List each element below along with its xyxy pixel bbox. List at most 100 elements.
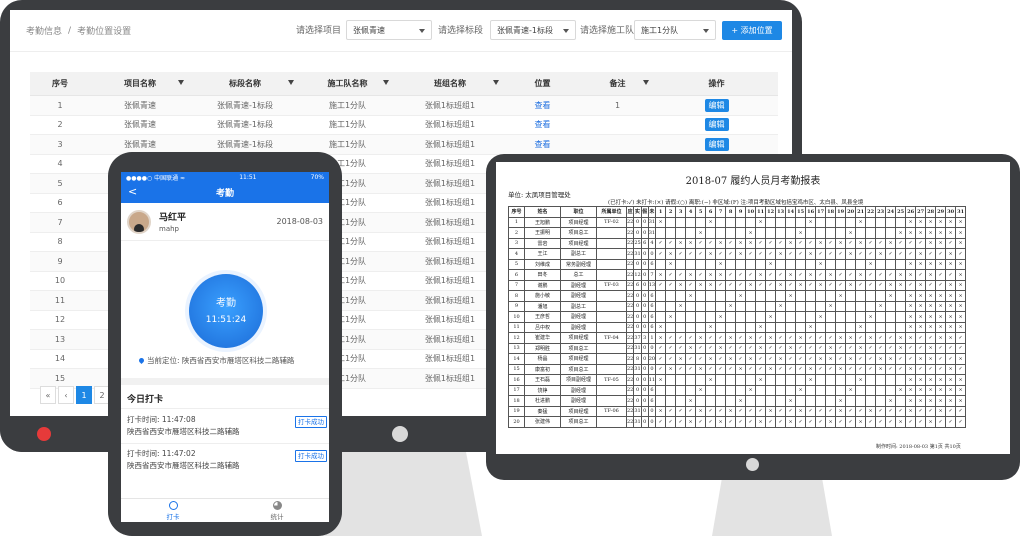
- day-mark-cell: ×: [955, 321, 967, 333]
- day-mark-cell: ×: [795, 384, 807, 396]
- day-mark-cell: ✓: [915, 332, 927, 344]
- attendance-cell: 潘旭: [524, 300, 561, 312]
- day-mark-cell: ×: [675, 279, 687, 291]
- day-mark-cell: ×: [945, 227, 957, 239]
- breadcrumb-item[interactable]: 考勤信息: [26, 24, 62, 37]
- day-mark-cell: ✓: [665, 353, 677, 365]
- attendance-cell: 副经理: [560, 311, 597, 323]
- day-mark-cell: ×: [895, 384, 907, 396]
- attendance-cell: 31: [633, 416, 642, 428]
- day-mark-cell: ×: [925, 374, 937, 386]
- day-mark-cell: [855, 227, 867, 239]
- day-mark-cell: ✓: [935, 353, 947, 365]
- day-header: 30: [945, 206, 957, 218]
- view-location-link[interactable]: 查看: [535, 100, 551, 111]
- attendance-cell: 0: [633, 227, 642, 239]
- day-mark-cell: ×: [945, 216, 957, 228]
- day-mark-cell: ×: [845, 248, 857, 260]
- column-header[interactable]: 项目名称: [90, 72, 190, 95]
- first-page-button[interactable]: «: [40, 386, 56, 404]
- day-mark-cell: [795, 290, 807, 302]
- day-mark-cell: [865, 290, 877, 302]
- day-mark-cell: ×: [905, 290, 917, 302]
- day-mark-cell: ×: [885, 279, 897, 291]
- attendance-cell: 6: [647, 258, 657, 270]
- view-location-link[interactable]: 查看: [535, 119, 551, 130]
- column-header[interactable]: 施工队名称: [300, 72, 395, 95]
- breadcrumb-item[interactable]: 考勤位置设置: [77, 24, 131, 37]
- day-mark-cell: ×: [895, 416, 907, 428]
- attendance-cell: 9: [508, 300, 525, 312]
- attendance-cell: 0: [640, 416, 649, 428]
- day-mark-cell: ✓: [735, 353, 747, 365]
- attendance-cell: 22: [625, 342, 635, 354]
- day-mark-cell: ×: [915, 258, 927, 270]
- punch-button[interactable]: 考勤 11:51:24: [189, 274, 263, 348]
- stage: 考勤信息 / 考勤位置设置 请选择项目 张佩青速 请选择标段 张佩青速-1标段 …: [0, 0, 1020, 536]
- tab-punch[interactable]: 打卡: [121, 499, 225, 522]
- day-mark-cell: ✓: [735, 269, 747, 281]
- day-mark-cell: ✓: [675, 405, 687, 417]
- column-header: 操作: [708, 79, 725, 88]
- attendance-cell: [596, 258, 627, 270]
- day-mark-cell: ×: [745, 353, 757, 365]
- day-mark-cell: ✓: [735, 279, 747, 291]
- day-mark-cell: [705, 258, 717, 270]
- day-mark-cell: [755, 384, 767, 396]
- day-mark-cell: [745, 258, 757, 270]
- attendance-cell: 22: [625, 353, 635, 365]
- edit-button[interactable]: 编辑: [704, 137, 729, 151]
- day-mark-cell: ✓: [655, 279, 667, 291]
- column-header[interactable]: 班组名称: [395, 72, 505, 95]
- day-header: 13: [775, 206, 787, 218]
- column-header[interactable]: 备注: [580, 72, 655, 95]
- day-mark-cell: ✓: [935, 342, 947, 354]
- table-cell: 张佩青速: [124, 100, 156, 110]
- day-mark-cell: ✓: [795, 416, 807, 428]
- day-mark-cell: ✓: [655, 353, 667, 365]
- add-location-button[interactable]: + 添加位置: [722, 21, 782, 40]
- day-mark-cell: ×: [895, 342, 907, 354]
- day-header: 27: [915, 206, 927, 218]
- day-mark-cell: ✓: [705, 405, 717, 417]
- day-mark-cell: ×: [815, 311, 827, 323]
- day-mark-cell: ×: [955, 384, 967, 396]
- day-mark-cell: ✓: [825, 405, 837, 417]
- column-header[interactable]: 标段名称: [190, 72, 300, 95]
- attendance-cell: 0: [640, 279, 649, 291]
- back-icon[interactable]: <: [128, 185, 137, 198]
- team-select[interactable]: 施工1分队: [634, 20, 716, 40]
- day-mark-cell: [895, 374, 907, 386]
- tab-stats[interactable]: 统计: [225, 499, 329, 522]
- day-header: 24: [885, 206, 897, 218]
- attendance-cell: 0: [633, 321, 642, 333]
- day-mark-cell: ×: [765, 363, 777, 375]
- day-mark-cell: ×: [945, 332, 957, 344]
- tab-bar: 打卡 统计: [121, 498, 329, 522]
- attendance-cell: 31: [647, 216, 657, 228]
- edit-button[interactable]: 编辑: [704, 98, 729, 112]
- day-mark-cell: ✓: [755, 237, 767, 249]
- day-mark-cell: ×: [715, 416, 727, 428]
- day-mark-cell: ✓: [955, 332, 967, 344]
- day-mark-cell: ×: [865, 311, 877, 323]
- view-location-link[interactable]: 查看: [535, 139, 551, 150]
- day-mark-cell: ×: [775, 279, 787, 291]
- section-select[interactable]: 张佩青速-1标段: [490, 20, 576, 40]
- attendance-row: 15 康富初 项目总工 22 31 0 0 ✓ × ✓ ✓ × ✓ ✓ ✓ × ✓ ✓ × ✓ ✓ ✓ × ✓ ✓ × ✓ ✓ ✓ × ✓ ✓…: [508, 363, 967, 375]
- edit-button[interactable]: 编辑: [704, 118, 729, 132]
- day-mark-cell: [825, 227, 837, 239]
- day-mark-cell: ×: [715, 269, 727, 281]
- day-mark-cell: ✓: [705, 237, 717, 249]
- day-mark-cell: ✓: [745, 405, 757, 417]
- day-mark-cell: ✓: [885, 405, 897, 417]
- day-mark-cell: ×: [705, 248, 717, 260]
- day-mark-cell: ✓: [665, 342, 677, 354]
- project-select[interactable]: 张佩青速: [346, 20, 432, 40]
- prev-page-button[interactable]: ‹: [58, 386, 74, 404]
- today-title: 今日打卡: [127, 395, 164, 405]
- filter-icon: [178, 80, 184, 88]
- day-mark-cell: [775, 384, 787, 396]
- attendance-row: 12 崔建华 项目经理 TF-04 22 37 3 1 × ✓ ✓ ✓ × ✓ ✓ × ✓ × ✓ × ✓ ✓ × ✓ ✓ ✓ × ×…: [508, 332, 967, 344]
- page-1-button[interactable]: 1: [76, 386, 92, 404]
